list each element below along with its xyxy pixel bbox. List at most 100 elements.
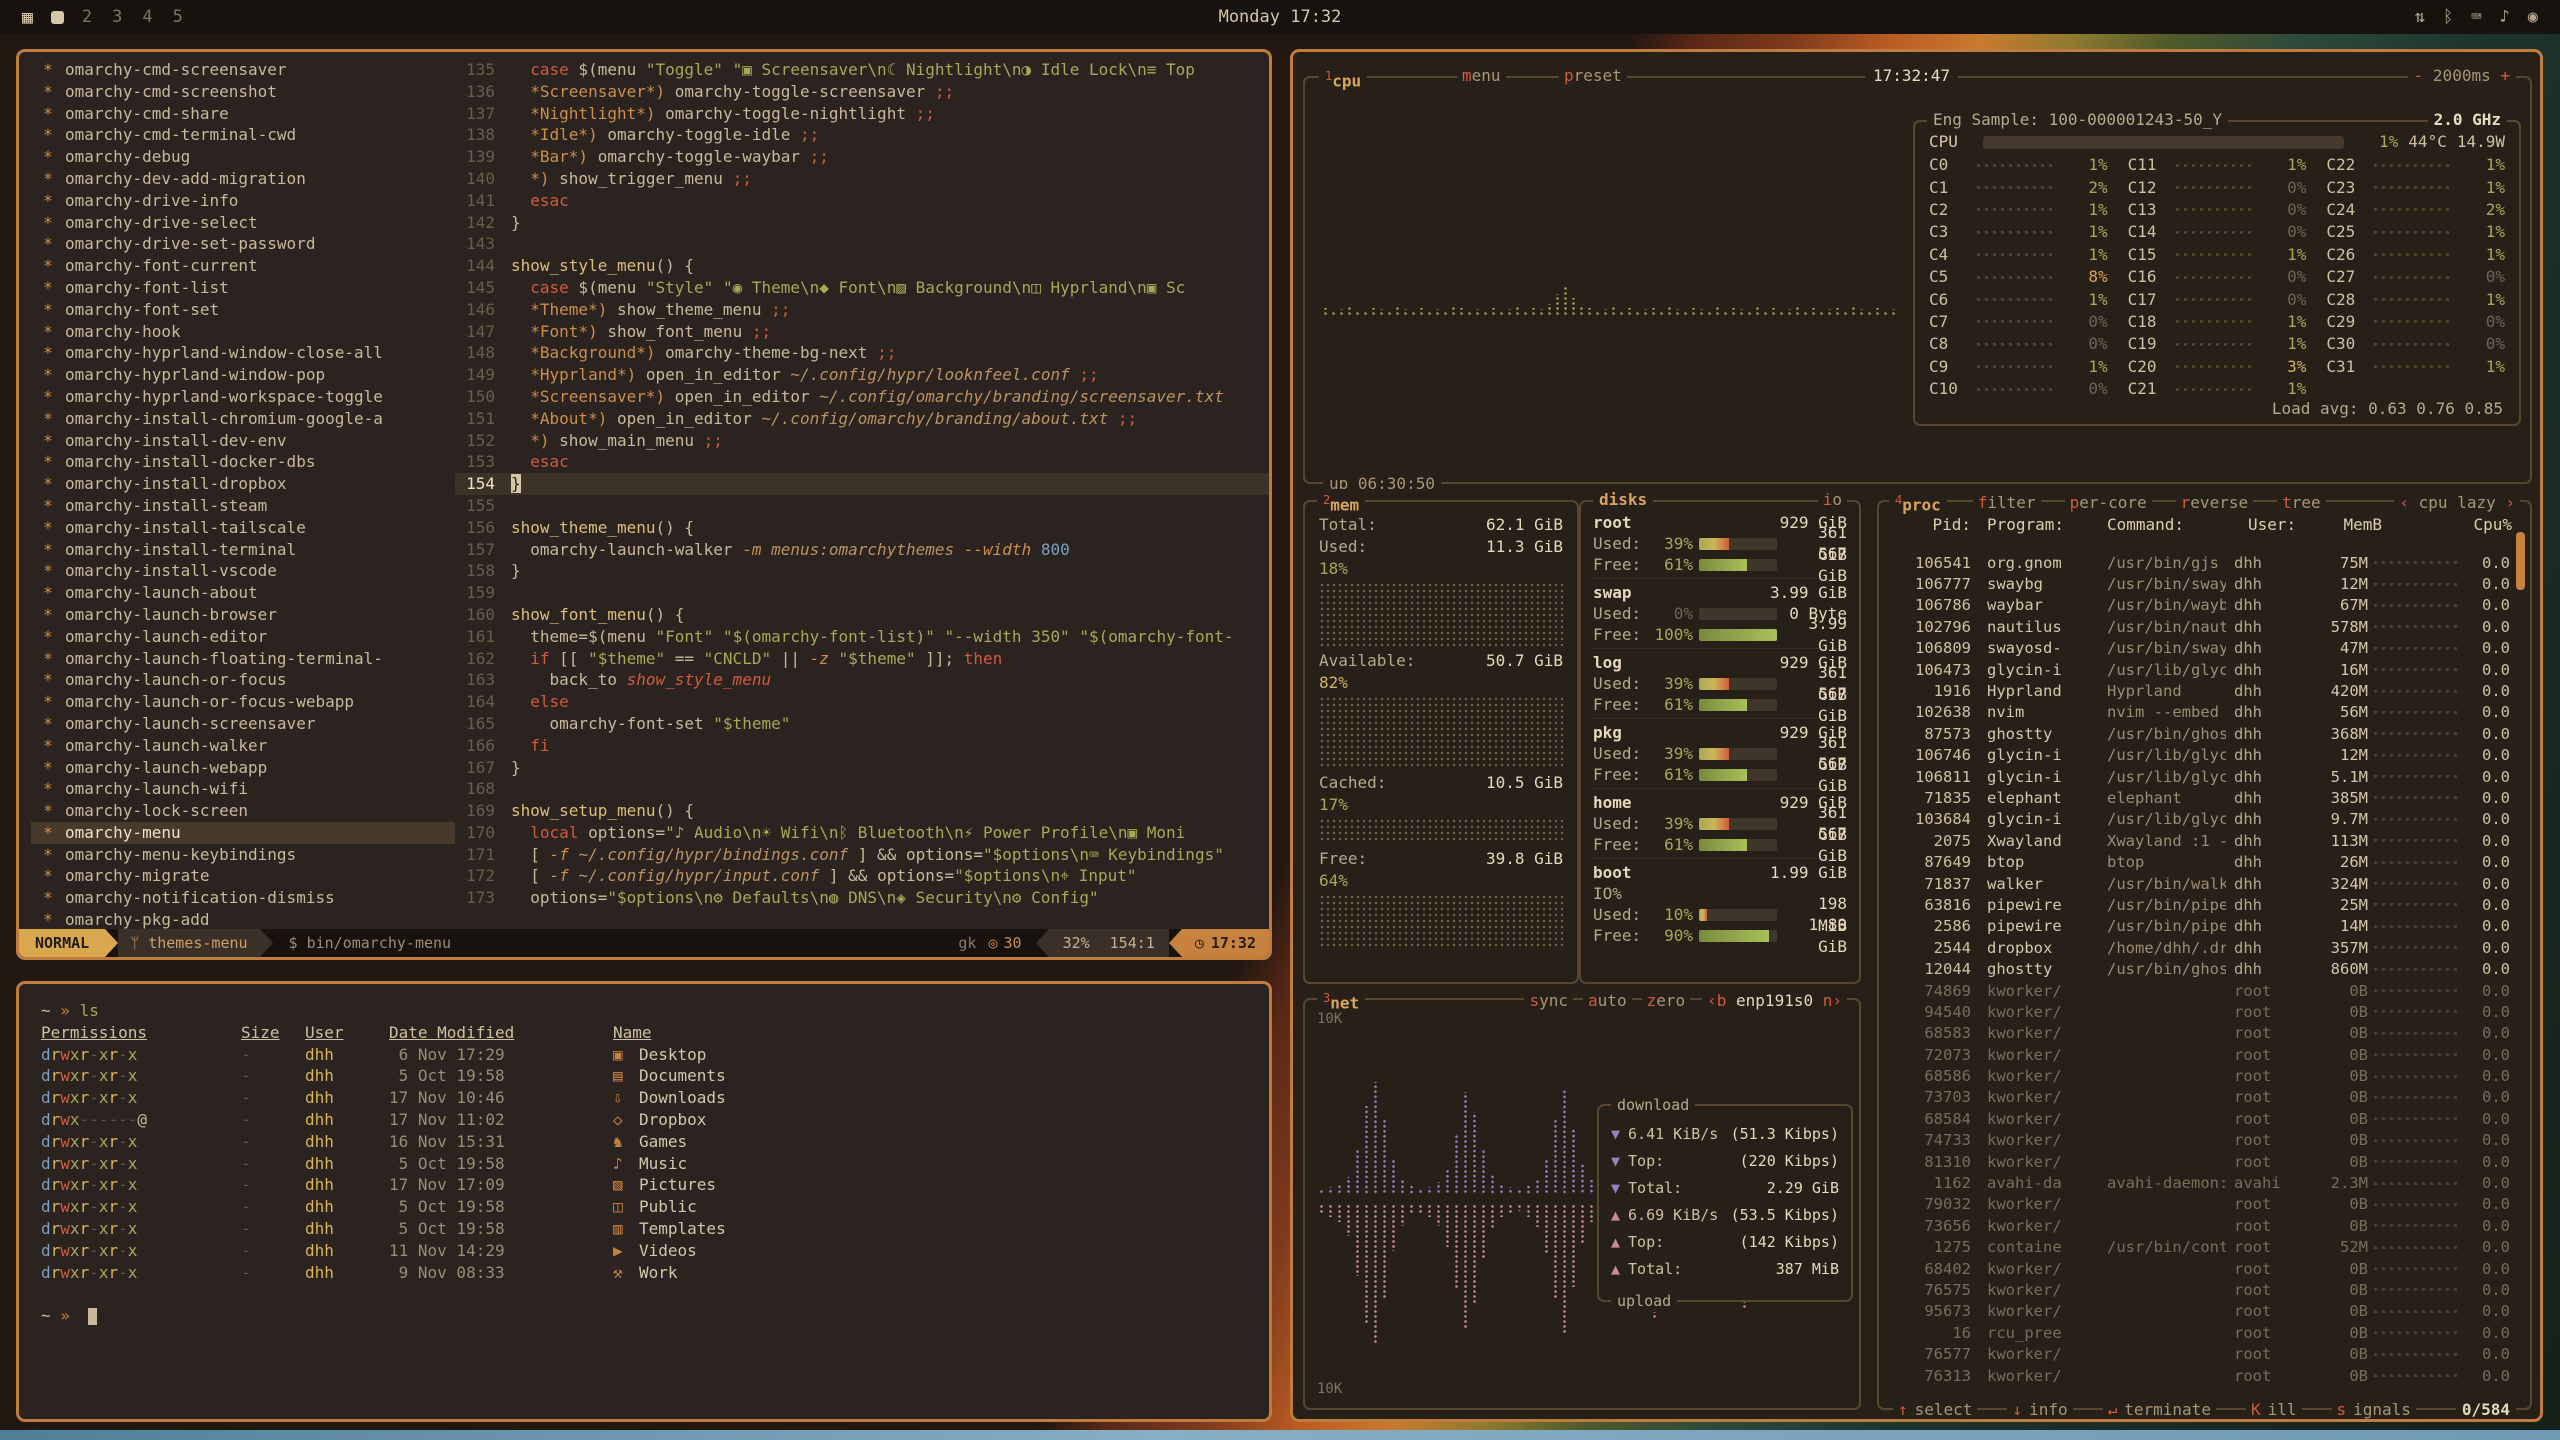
process-row[interactable]: 81310kworker/root0B0.0 [1879, 1151, 2514, 1172]
process-row[interactable]: 79032kworker/root0B0.0 [1879, 1194, 2514, 1215]
workspace-5[interactable]: 5 [173, 7, 183, 27]
file-item[interactable]: *omarchy-cmd-screenshot [31, 81, 455, 103]
column-header-pid[interactable]: Pid: [1893, 514, 1971, 536]
file-item[interactable]: *omarchy-cmd-screensaver [31, 59, 455, 81]
code-line[interactable]: 164 else [455, 691, 1269, 713]
column-header-user[interactable]: User: [2240, 514, 2320, 536]
process-row[interactable]: 73703kworker/root0B0.0 [1879, 1087, 2514, 1108]
code-line[interactable]: 137 *Nightlight*) omarchy-toggle-nightli… [455, 103, 1269, 125]
keyboard-layout-icon[interactable]: ⌨ [2471, 7, 2481, 27]
file-item[interactable]: *omarchy-launch-or-focus [31, 669, 455, 691]
column-header-mem[interactable]: MemB [2320, 514, 2382, 536]
code-line[interactable]: 155 [455, 495, 1269, 517]
volume-icon[interactable]: ♪ [2500, 7, 2510, 27]
code-line[interactable]: 165 omarchy-font-set "$theme" [455, 713, 1269, 735]
screencast-icon[interactable]: ⇅ [2415, 7, 2425, 27]
terminal-output[interactable]: ~ » ls PermissionsSizeUserDate ModifiedN… [19, 984, 1269, 1343]
file-item[interactable]: *omarchy-launch-wifi [31, 778, 455, 800]
proc-tree-button[interactable]: tree [2277, 492, 2326, 514]
file-item[interactable]: *omarchy-drive-info [31, 190, 455, 212]
code-line[interactable]: 170 local options="♪ Audio\n☀ Wifi\nᛒ Bl… [455, 822, 1269, 844]
footer-signals-button[interactable]: signals [2332, 1399, 2416, 1421]
process-row[interactable]: 68583kworker/root0B0.0 [1879, 1023, 2514, 1044]
file-item[interactable]: *omarchy-launch-floating-terminal- [31, 648, 455, 670]
code-line[interactable]: 140 *) show_trigger_menu ;; [455, 168, 1269, 190]
process-row[interactable]: 16rcu_preeroot0B0.0 [1879, 1322, 2514, 1343]
code-line[interactable]: 135 case $(menu "Toggle" "▣ Screensaver\… [455, 59, 1269, 81]
workspace-active-indicator[interactable] [51, 11, 64, 24]
code-line[interactable]: 167} [455, 757, 1269, 779]
footer-kill-button[interactable]: Kill [2246, 1399, 2302, 1421]
code-line[interactable]: 141 esac [455, 190, 1269, 212]
code-line[interactable]: 163 back_to show_style_menu [455, 669, 1269, 691]
code-line[interactable]: 173 options="$options\n⚙ Defaults\n◍ DNS… [455, 887, 1269, 909]
network-interface-selector[interactable]: ‹b enp191s0 n› [1702, 990, 1847, 1012]
process-row[interactable]: 106746glycin-i/usr/lib/glycin-loadersdhh… [1879, 745, 2514, 766]
code-line[interactable]: 158} [455, 560, 1269, 582]
process-row[interactable]: 106786waybar/usr/bin/waybardhh67M0.0 [1879, 595, 2514, 616]
code-line[interactable]: 161 theme=$(menu "Font" "$(omarchy-font-… [455, 626, 1269, 648]
process-row[interactable]: 95673kworker/root0B0.0 [1879, 1301, 2514, 1322]
proc-per-core-button[interactable]: per-core [2065, 492, 2152, 514]
process-row[interactable]: 68402kworker/root0B0.0 [1879, 1258, 2514, 1279]
file-item[interactable]: *omarchy-launch-screensaver [31, 713, 455, 735]
process-row[interactable]: 106541org.gnom/usr/bin/gjs /usr/lib/odhh… [1879, 552, 2514, 573]
net-sync-button[interactable]: sync [1524, 990, 1573, 1012]
code-line[interactable]: 139 *Bar*) omarchy-toggle-waybar ;; [455, 146, 1269, 168]
interval-decrease-button[interactable]: - [2414, 66, 2424, 85]
update-interval-control[interactable]: - 2000ms + [2408, 65, 2516, 87]
process-row[interactable]: 1162avahi-daavahi-daemon: running [avahi… [1879, 1172, 2514, 1193]
code-line[interactable]: 172 [ -f ~/.config/hypr/input.conf ] && … [455, 865, 1269, 887]
file-item[interactable]: *omarchy-launch-walker [31, 735, 455, 757]
file-item[interactable]: *omarchy-install-docker-dbs [31, 451, 455, 473]
workspace-2[interactable]: 2 [82, 7, 92, 27]
file-item[interactable]: *omarchy-pkg-add [31, 909, 455, 931]
process-row[interactable]: 71835elephantelephantdhh385M0.0 [1879, 787, 2514, 808]
next-interface-button[interactable]: n› [1823, 991, 1842, 1010]
bluetooth-icon[interactable]: ᛒ [2443, 7, 2453, 27]
code-line[interactable]: 169show_setup_menu() { [455, 800, 1269, 822]
footer-terminate-button[interactable]: ↵terminate [2103, 1399, 2216, 1421]
interval-increase-button[interactable]: + [2500, 66, 2510, 85]
power-icon[interactable]: ◉ [2528, 7, 2538, 27]
code-line[interactable]: 171 [ -f ~/.config/hypr/bindings.conf ] … [455, 844, 1269, 866]
prompt-line[interactable]: ~ » [41, 1305, 1247, 1327]
process-scrollbar[interactable] [2516, 532, 2525, 590]
code-line[interactable]: 143 [455, 233, 1269, 255]
file-item[interactable]: *omarchy-hook [31, 321, 455, 343]
file-item[interactable]: *omarchy-menu [31, 822, 455, 844]
file-item[interactable]: *omarchy-font-current [31, 255, 455, 277]
process-row[interactable]: 102796nautilus/usr/bin/nautilus --newdhh… [1879, 616, 2514, 637]
code-line[interactable]: 166 fi [455, 735, 1269, 757]
process-row[interactable]: 106777swaybg/usr/bin/swaybg -i /homdhh12… [1879, 573, 2514, 594]
code-line[interactable]: 154} [455, 473, 1269, 495]
file-item[interactable]: *omarchy-cmd-terminal-cwd [31, 124, 455, 146]
column-header-command[interactable]: Command: [2093, 514, 2240, 536]
btop-preset-button[interactable]: preset [1559, 65, 1627, 87]
process-row[interactable]: 106811glycin-i/usr/lib/glycin-loadersdhh… [1879, 766, 2514, 787]
process-row[interactable]: 2544dropbox/home/dhh/.dropbox-distdhh357… [1879, 937, 2514, 958]
file-item[interactable]: *omarchy-font-set [31, 299, 455, 321]
file-item[interactable]: *omarchy-drive-select [31, 212, 455, 234]
process-row[interactable]: 73656kworker/root0B0.0 [1879, 1215, 2514, 1236]
process-row[interactable]: 2075XwaylandXwayland :1 -rootless -dhh11… [1879, 830, 2514, 851]
column-header-cpu[interactable]: Cpu% [2466, 514, 2516, 536]
process-row[interactable]: 87573ghostty/usr/bin/ghostty --gtk-dhh36… [1879, 723, 2514, 744]
code-line[interactable]: 168 [455, 778, 1269, 800]
file-item[interactable]: *omarchy-launch-or-focus-webapp [31, 691, 455, 713]
code-line[interactable]: 150 *Screensaver*) open_in_editor ~/.con… [455, 386, 1269, 408]
process-row[interactable]: 2586pipewire/usr/bin/pipewire-pulsedhh14… [1879, 916, 2514, 937]
file-item[interactable]: *omarchy-install-terminal [31, 539, 455, 561]
process-row[interactable]: 1275containe/usr/bin/containerdroot52M0.… [1879, 1237, 2514, 1258]
process-row[interactable]: 106809swayosd-/usr/bin/swayosd-serverdhh… [1879, 638, 2514, 659]
file-item[interactable]: *omarchy-migrate [31, 865, 455, 887]
workspace-3[interactable]: 3 [112, 7, 122, 27]
file-item[interactable]: *omarchy-launch-editor [31, 626, 455, 648]
code-line[interactable]: 153 esac [455, 451, 1269, 473]
process-row[interactable]: 71837walker/usr/bin/walker --gappldhh324… [1879, 873, 2514, 894]
code-line[interactable]: 157 omarchy-launch-walker -m menus:omarc… [455, 539, 1269, 561]
io-mode-button[interactable]: io [1818, 489, 1847, 511]
process-row[interactable]: 106473glycin-i/usr/lib/glycin-loadersdhh… [1879, 659, 2514, 680]
process-row[interactable]: 72073kworker/root0B0.0 [1879, 1044, 2514, 1065]
column-header-program[interactable]: Program: [1971, 514, 2093, 536]
